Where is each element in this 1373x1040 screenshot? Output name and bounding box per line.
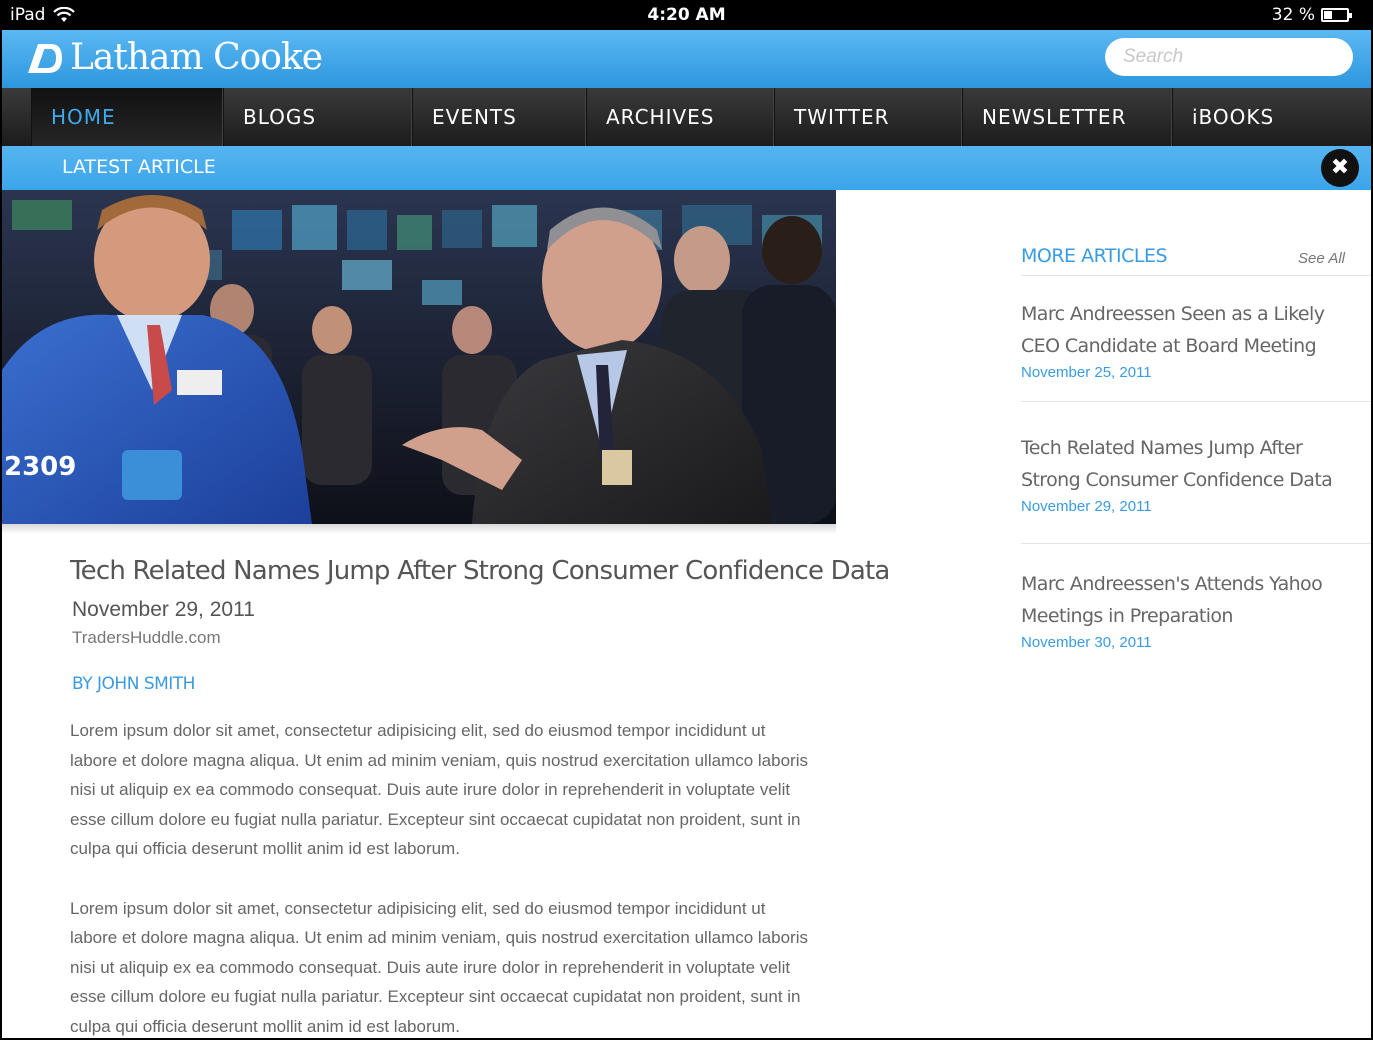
nav-item-home[interactable]: HOME (32, 88, 224, 146)
status-bar: iPad 4:20 AM 32 % (2, 0, 1371, 30)
battery-percent: 32 % (1271, 5, 1315, 25)
close-icon: ✖ (1330, 155, 1350, 180)
article-date: November 29, 2011 (72, 598, 255, 621)
sidebar-article-date: November 29, 2011 (1021, 498, 1152, 515)
battery-fill (1324, 11, 1332, 19)
app-header: Latham Cooke (2, 30, 1371, 88)
more-articles-title: MORE ARTICLES (1021, 245, 1168, 267)
app-frame: iPad 4:20 AM 32 % Latham Cooke HOME BLOG… (0, 0, 1373, 1040)
photo-badge: 2309 (4, 452, 76, 482)
article-title: Tech Related Names Jump After Strong Con… (70, 556, 890, 586)
article-source[interactable]: TradersHuddle.com (72, 628, 850, 648)
article-byline[interactable]: BY JOHN SMITH (72, 674, 850, 694)
article-main: Tech Related Names Jump After Strong Con… (70, 556, 890, 1038)
latest-article-label: LATEST ARTICLE (62, 156, 216, 178)
sidebar-article-date: November 25, 2011 (1021, 364, 1152, 381)
brand-logo[interactable]: Latham Cooke (24, 37, 323, 78)
brand-mark-icon (28, 43, 62, 73)
see-all-link[interactable]: See All (1298, 250, 1345, 275)
sidebar-article-title: Tech Related Names Jump After Strong Con… (1021, 437, 1333, 491)
nav-item-twitter[interactable]: TWITTER (775, 88, 963, 146)
sidebar-article-item[interactable]: Tech Related Names Jump After Strong Con… (1021, 402, 1371, 544)
nav-item-blogs[interactable]: BLOGS (224, 88, 413, 146)
sidebar-article-item[interactable]: Marc Andreessen Seen as a Likely CEO Can… (1021, 276, 1371, 402)
main-nav: HOME BLOGS EVENTS ARCHIVES TWITTER NEWSL… (2, 88, 1371, 146)
more-articles-sidebar: MORE ARTICLES See All Marc Andreessen Se… (1021, 240, 1371, 651)
search-input[interactable] (1105, 38, 1353, 76)
status-right: 32 % (1271, 5, 1352, 25)
article-paragraph: Lorem ipsum dolor sit amet, consectetur … (70, 898, 808, 1036)
sidebar-article-title: Marc Andreessen Seen as a Likely CEO Can… (1021, 303, 1325, 357)
hero-shadow (2, 524, 836, 534)
battery-icon (1321, 8, 1352, 22)
sidebar-article-item[interactable]: Marc Andreessen's Attends Yahoo Meetings… (1021, 544, 1371, 651)
more-articles-header: MORE ARTICLES See All (1021, 240, 1371, 276)
status-time: 4:20 AM (647, 5, 726, 25)
nav-item-ibooks[interactable]: iBOOKS (1173, 88, 1371, 146)
article-paragraph: Lorem ipsum dolor sit amet, consectetur … (70, 721, 808, 858)
sidebar-article-date: November 30, 2011 (1021, 634, 1152, 651)
brand-name: Latham Cooke (70, 37, 323, 78)
nav-item-archives[interactable]: ARCHIVES (587, 88, 775, 146)
nav-item-events[interactable]: EVENTS (413, 88, 587, 146)
close-button[interactable]: ✖ (1321, 149, 1359, 187)
nav-item-newsletter[interactable]: NEWSLETTER (963, 88, 1173, 146)
nav-spacer (2, 88, 32, 146)
trading-floor-illustration: 2309 (2, 190, 836, 524)
article-hero-photo: 2309 (2, 190, 836, 524)
latest-article-bar: LATEST ARTICLE ✖ (2, 146, 1371, 190)
sidebar-article-title: Marc Andreessen's Attends Yahoo Meetings… (1021, 573, 1323, 627)
